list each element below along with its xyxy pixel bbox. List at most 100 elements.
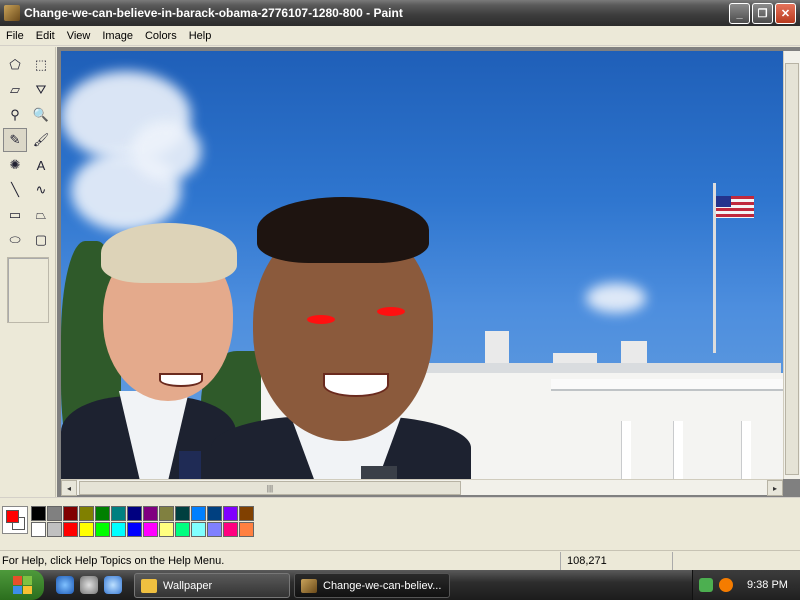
color-swatch[interactable]	[191, 506, 206, 521]
curve-tool-icon[interactable]: ∿	[29, 178, 53, 202]
maximize-button[interactable]: ❐	[752, 3, 773, 24]
color-swatch[interactable]	[223, 506, 238, 521]
cloud	[586, 283, 646, 313]
menu-file[interactable]: File	[0, 30, 30, 42]
color-swatch[interactable]	[95, 522, 110, 537]
right-person-smile	[323, 373, 389, 397]
red-eye-right	[377, 307, 405, 316]
close-button[interactable]: ✕	[775, 3, 796, 24]
status-help-text: For Help, click Help Topics on the Help …	[2, 554, 225, 567]
internet-explorer-icon[interactable]	[56, 576, 74, 594]
title-bar[interactable]: Change-we-can-believe-in-barack-obama-27…	[0, 0, 800, 26]
start-button[interactable]	[0, 570, 44, 600]
color-swatch[interactable]	[239, 506, 254, 521]
scroll-left-button[interactable]: ◂	[61, 480, 77, 496]
window-title: Change-we-can-believe-in-barack-obama-27…	[24, 6, 403, 20]
color-swatch[interactable]	[111, 522, 126, 537]
color-swatch[interactable]	[143, 506, 158, 521]
vertical-scrollbar[interactable]	[783, 51, 800, 479]
line-tool-icon[interactable]: ╲	[3, 178, 27, 202]
color-swatch[interactable]	[191, 522, 206, 537]
color-swatch[interactable]	[79, 522, 94, 537]
status-size-cell	[672, 552, 800, 570]
color-box	[0, 497, 800, 545]
drawing-canvas[interactable]	[61, 51, 783, 479]
right-person-hair	[257, 197, 429, 263]
color-swatch[interactable]	[47, 522, 62, 537]
horizontal-scrollbar[interactable]: ◂ ||| ▸	[61, 479, 783, 496]
tool-box: ⬠ ⬚ ▱ ⛛ ⚲ 🔍 ✎ 🖌 ✺ A ╲ ∿ ▭ ⏢ ⬭ ▢	[0, 47, 56, 497]
color-swatch[interactable]	[159, 506, 174, 521]
color-swatch[interactable]	[223, 522, 238, 537]
color-swatch[interactable]	[111, 506, 126, 521]
color-swatch[interactable]	[31, 506, 46, 521]
color-swatch[interactable]	[63, 506, 78, 521]
color-swatch[interactable]	[239, 522, 254, 537]
media-player-icon[interactable]	[80, 576, 98, 594]
color-swatch[interactable]	[175, 506, 190, 521]
color-swatch[interactable]	[143, 522, 158, 537]
ellipse-tool-icon[interactable]: ⬭	[3, 228, 27, 252]
foreground-color[interactable]	[6, 510, 19, 523]
menu-image[interactable]: Image	[96, 30, 139, 42]
airbrush-tool-icon[interactable]: ✺	[3, 153, 27, 177]
white-house-balcony	[551, 379, 783, 391]
minimize-button[interactable]: _	[729, 3, 750, 24]
free-select-tool-icon[interactable]: ⬠	[3, 53, 27, 77]
scroll-right-button[interactable]: ▸	[767, 480, 783, 496]
color-swatch[interactable]	[47, 506, 62, 521]
cloud	[131, 121, 201, 181]
magnifier-tool-icon[interactable]: 🔍	[29, 103, 53, 127]
flag-union	[716, 196, 731, 207]
paint-app-icon	[4, 5, 20, 21]
vertical-scroll-thumb[interactable]	[785, 63, 799, 475]
color-swatch[interactable]	[159, 522, 174, 537]
right-person-tie	[361, 466, 397, 479]
task-wallpaper[interactable]: Wallpaper	[134, 573, 290, 598]
color-picker-tool-icon[interactable]: ⚲	[3, 103, 27, 127]
color-swatch[interactable]	[207, 522, 222, 537]
menu-help[interactable]: Help	[183, 30, 218, 42]
canvas-area: ◂ ||| ▸	[57, 47, 800, 497]
eraser-tool-icon[interactable]: ▱	[3, 78, 27, 102]
brush-tool-icon[interactable]: 🖌	[29, 128, 53, 152]
task-label: Wallpaper	[163, 579, 213, 592]
color-swatch[interactable]	[127, 506, 142, 521]
left-person-tie	[179, 451, 201, 479]
windows-logo-icon	[13, 576, 32, 594]
fill-tool-icon[interactable]: ⛛	[29, 78, 53, 102]
red-eye-left	[307, 315, 335, 324]
polygon-tool-icon[interactable]: ⏢	[29, 203, 53, 227]
text-tool-icon[interactable]: A	[29, 153, 53, 177]
rect-select-tool-icon[interactable]: ⬚	[29, 53, 53, 77]
color-swatch[interactable]	[175, 522, 190, 537]
menu-edit[interactable]: Edit	[30, 30, 61, 42]
color-swatch[interactable]	[95, 506, 110, 521]
status-bar: For Help, click Help Topics on the Help …	[0, 550, 800, 570]
scroll-grip: |||	[266, 483, 274, 493]
menu-colors[interactable]: Colors	[139, 30, 183, 42]
tool-grid: ⬠ ⬚ ▱ ⛛ ⚲ 🔍 ✎ 🖌 ✺ A ╲ ∿ ▭ ⏢ ⬭ ▢	[3, 53, 53, 253]
color-swatch[interactable]	[79, 506, 94, 521]
tool-options-panel[interactable]	[7, 257, 49, 323]
search-icon[interactable]	[719, 578, 733, 592]
paint-icon	[301, 578, 317, 593]
show-desktop-icon[interactable]	[104, 576, 122, 594]
rounded-rect-tool-icon[interactable]: ▢	[29, 228, 53, 252]
color-palette	[31, 506, 254, 537]
network-icon[interactable]	[699, 578, 713, 592]
color-swatch[interactable]	[63, 522, 78, 537]
clock[interactable]: 9:38 PM	[747, 579, 788, 591]
horizontal-scroll-thumb[interactable]: |||	[79, 481, 461, 495]
color-swatch[interactable]	[207, 506, 222, 521]
color-swatch[interactable]	[31, 522, 46, 537]
left-person-hair	[101, 223, 237, 283]
task-paint[interactable]: Change-we-can-believ...	[294, 573, 450, 598]
current-colors[interactable]	[2, 506, 28, 534]
cursor-coordinates: 108,271	[560, 552, 670, 570]
system-tray: 9:38 PM	[692, 570, 800, 600]
menu-view[interactable]: View	[61, 30, 97, 42]
color-swatch[interactable]	[127, 522, 142, 537]
rectangle-tool-icon[interactable]: ▭	[3, 203, 27, 227]
pencil-tool-icon[interactable]: ✎	[3, 128, 27, 152]
